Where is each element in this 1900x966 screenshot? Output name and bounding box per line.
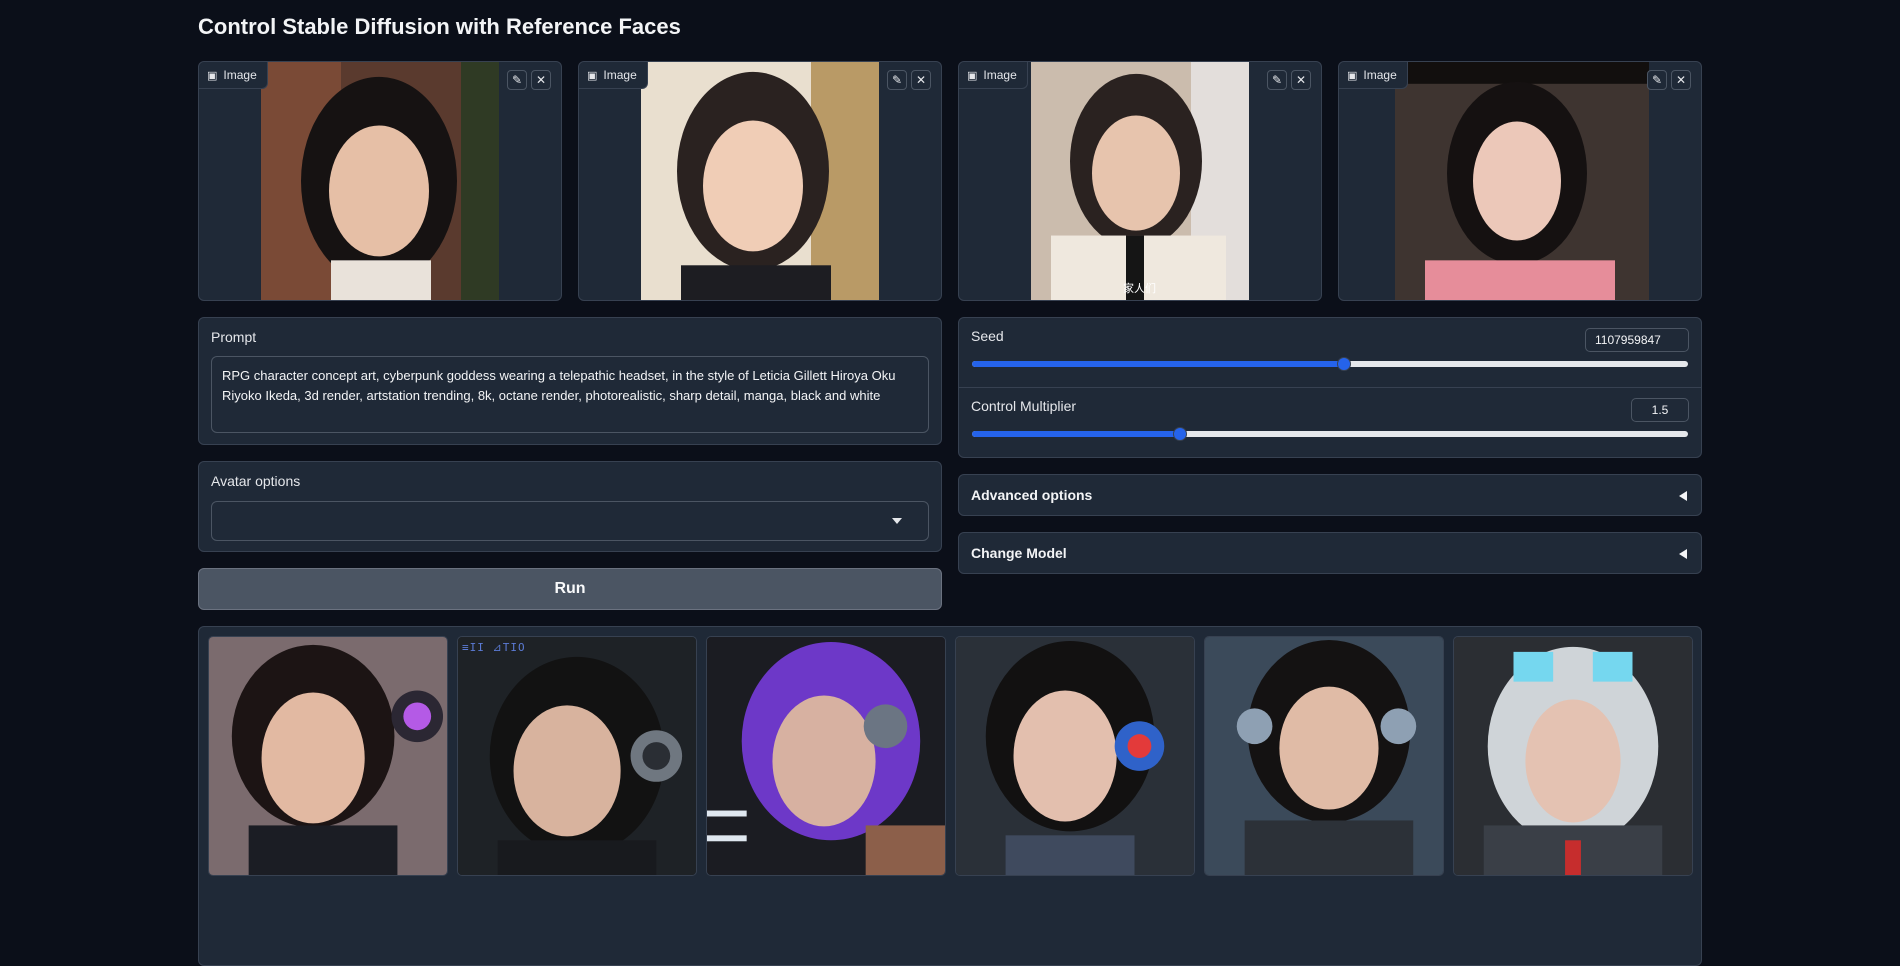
- change-model-label: Change Model: [971, 545, 1067, 561]
- advanced-options-label: Advanced options: [971, 487, 1093, 503]
- gallery-image[interactable]: [1204, 636, 1444, 876]
- page-title: Control Stable Diffusion with Reference …: [198, 14, 681, 39]
- image-label: ▣ Image: [959, 62, 1028, 89]
- avatar-options-label: Avatar options: [211, 473, 301, 489]
- image-icon: ▣: [587, 69, 598, 82]
- image-label: ▣ Image: [1339, 62, 1408, 89]
- close-icon[interactable]: ✕: [1291, 70, 1311, 90]
- control-multiplier-input[interactable]: 1.5: [1631, 398, 1689, 422]
- caret-left-icon: [1679, 549, 1687, 559]
- pencil-icon[interactable]: ✎: [507, 70, 527, 90]
- avatar-options-dropdown[interactable]: [211, 501, 929, 541]
- control-multiplier-row: Control Multiplier 1.5: [959, 388, 1701, 458]
- gallery-image[interactable]: [208, 636, 448, 876]
- seed-slider[interactable]: [972, 357, 1688, 371]
- prompt-textarea[interactable]: RPG character concept art, cyberpunk god…: [211, 356, 929, 433]
- image-label: ▣ Image: [199, 62, 268, 89]
- reference-photo-4: [1395, 62, 1649, 300]
- control-multiplier-slider[interactable]: [972, 427, 1688, 441]
- gallery-image[interactable]: [706, 636, 946, 876]
- avatar-options-panel: Avatar options: [198, 461, 942, 552]
- image-icon: ▣: [967, 69, 978, 82]
- shirt-text: 家人们: [1123, 281, 1156, 295]
- prompt-panel: Prompt RPG character concept art, cyberp…: [198, 317, 942, 445]
- gallery-image[interactable]: [955, 636, 1195, 876]
- seed-row: Seed 1107959847: [959, 318, 1701, 388]
- reference-photo-1: [261, 62, 499, 300]
- pencil-icon[interactable]: ✎: [1647, 70, 1667, 90]
- caret-left-icon: [1679, 491, 1687, 501]
- image-input-4[interactable]: ▣ Image ✎ ✕: [1338, 61, 1702, 301]
- close-icon[interactable]: ✕: [911, 70, 931, 90]
- watermark-text: ≡II ⊿TIO: [462, 641, 526, 654]
- reference-photo-3: 家人们: [1031, 62, 1249, 300]
- image-icon: ▣: [1347, 69, 1358, 82]
- pencil-icon[interactable]: ✎: [887, 70, 907, 90]
- gallery-image[interactable]: [1453, 636, 1693, 876]
- image-input-3[interactable]: ▣ Image 家人们 ✎ ✕: [958, 61, 1322, 301]
- reference-photo-2: [641, 62, 879, 300]
- sliders-panel: Seed 1107959847 Control Multiplier 1.5: [958, 317, 1702, 458]
- image-input-1[interactable]: ▣ Image ✎ ✕: [198, 61, 562, 301]
- control-multiplier-slider-thumb[interactable]: [1172, 427, 1187, 441]
- advanced-options-accordion[interactable]: Advanced options: [958, 474, 1702, 516]
- prompt-label: Prompt: [211, 329, 257, 345]
- control-multiplier-label: Control Multiplier: [971, 398, 1077, 414]
- change-model-accordion[interactable]: Change Model: [958, 532, 1702, 574]
- close-icon[interactable]: ✕: [531, 70, 551, 90]
- gallery-image[interactable]: ≡II ⊿TIO: [457, 636, 697, 876]
- image-icon: ▣: [207, 69, 218, 82]
- image-label: ▣ Image: [579, 62, 648, 89]
- image-input-2[interactable]: ▣ Image ✎ ✕: [578, 61, 942, 301]
- seed-slider-thumb[interactable]: [1337, 357, 1352, 371]
- seed-label: Seed: [971, 328, 1004, 344]
- seed-input[interactable]: 1107959847: [1585, 328, 1689, 352]
- close-icon[interactable]: ✕: [1671, 70, 1691, 90]
- output-gallery: ≡II ⊿TIO: [198, 626, 1702, 966]
- chevron-down-icon: [892, 518, 902, 524]
- run-button[interactable]: Run: [198, 568, 942, 610]
- pencil-icon[interactable]: ✎: [1267, 70, 1287, 90]
